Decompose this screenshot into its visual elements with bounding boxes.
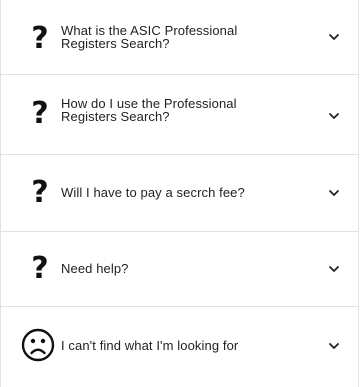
sad-face-icon [21,328,55,362]
faq-item-label: I can't find what I'm looking for [61,338,239,353]
faq-item-what-is-search[interactable]: ? What is the ASIC Professional Register… [1,0,358,75]
question-mark-icon: ? [31,96,49,131]
faq-item-label: What is the ASIC Professional Registers … [61,23,238,51]
chevron-down-icon[interactable] [328,187,340,199]
faq-item-label: Need help? [61,261,129,276]
chevron-down-icon[interactable] [328,31,340,43]
faq-item-need-help[interactable]: ? Need help? [1,232,358,307]
question-mark-icon: ? [31,175,49,210]
faq-item-cant-find[interactable]: I can't find what I'm looking for [1,307,358,387]
chevron-down-icon[interactable] [328,110,340,122]
question-mark-icon: ? [31,21,49,56]
faq-item-label: How do I use the Professional Registers … [61,96,237,124]
chevron-down-icon[interactable] [328,340,340,352]
chevron-down-icon[interactable] [328,263,340,275]
faq-accordion: ? What is the ASIC Professional Register… [0,0,359,387]
faq-item-label: Will I have to pay a secrch fee? [61,185,245,200]
faq-item-search-fee[interactable]: ? Will I have to pay a secrch fee? [1,155,358,232]
faq-item-how-to-use[interactable]: ? How do I use the Professional Register… [1,75,358,155]
question-mark-icon: ? [31,251,49,286]
